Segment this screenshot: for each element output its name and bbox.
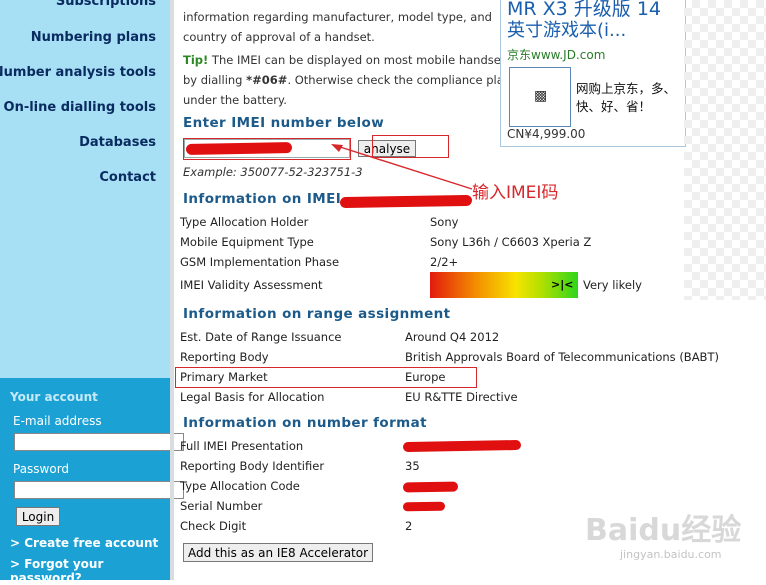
- row-value-rbi: 35: [405, 459, 420, 473]
- row-label-reporting-body: Reporting Body: [180, 350, 269, 364]
- login-button[interactable]: Login: [16, 507, 60, 526]
- left-navigation: Subscriptions Numbering plans Number ana…: [0, 0, 170, 378]
- row-label-validity: IMEI Validity Assessment: [180, 278, 323, 292]
- column-divider: [170, 0, 174, 580]
- validity-gradient-bar: >|<: [430, 272, 578, 298]
- ad-thumbnail[interactable]: ▩: [509, 67, 571, 127]
- baidu-watermark: Baidu经验: [585, 513, 742, 548]
- redaction-mark: [402, 501, 446, 512]
- info-imei-heading: Information on IMEI: [183, 191, 342, 207]
- format-heading: Information on number format: [183, 415, 427, 431]
- email-field[interactable]: [14, 433, 184, 451]
- tip-line-2: by dialling *#06#. Otherwise check the c…: [183, 73, 515, 87]
- row-value-tah: Sony: [430, 215, 459, 229]
- nav-item-numbering-plans[interactable]: Numbering plans: [31, 30, 156, 45]
- tip-text-2a: by dialling: [183, 73, 247, 87]
- nav-item-contact[interactable]: Contact: [99, 170, 156, 185]
- row-value-gsm-phase: 2/2+: [430, 255, 459, 269]
- tip-line-1: Tip! The IMEI can be displayed on most m…: [183, 53, 511, 67]
- baidu-watermark-url: jingyan.baidu.com: [620, 548, 722, 561]
- row-value-validity: Very likely: [583, 278, 642, 292]
- row-label-serial: Serial Number: [180, 499, 263, 513]
- row-value-range-date: Around Q4 2012: [405, 330, 500, 344]
- row-value-legal-basis: EU R&TTE Directive: [405, 390, 518, 404]
- intro-line-1: information regarding manufacturer, mode…: [183, 10, 492, 24]
- validity-marker: >|<: [551, 278, 574, 291]
- nav-item-databases[interactable]: Databases: [79, 135, 156, 150]
- row-label-full-imei: Full IMEI Presentation: [180, 439, 304, 453]
- ie8-accelerator-button[interactable]: Add this as an IE8 Accelerator: [183, 543, 373, 562]
- checker-background: [684, 0, 766, 300]
- tip-line-3: under the battery.: [183, 93, 287, 107]
- redaction-mark: [402, 439, 522, 453]
- tip-code: *#06#: [246, 73, 288, 87]
- email-label: E-mail address: [13, 414, 102, 428]
- intro-line-2: country of approval of a handset.: [183, 30, 375, 44]
- image-placeholder-icon: ▩: [534, 88, 548, 104]
- jd-ad-panel[interactable]: MR X3 升级版 14 英寸游戏本(i... 京东www.JD.com ▩ 网…: [500, 0, 686, 147]
- redaction-mark: [339, 194, 473, 209]
- row-value-met: Sony L36h / C6603 Xperia Z: [430, 235, 592, 249]
- row-value-check-digit: 2: [405, 519, 413, 533]
- create-account-link[interactable]: > Create free account: [10, 536, 158, 550]
- annotation-arrow: [331, 144, 473, 190]
- password-label: Password: [13, 462, 70, 476]
- row-label-gsm-phase: GSM Implementation Phase: [180, 255, 340, 269]
- row-label-rbi: Reporting Body Identifier: [180, 459, 325, 473]
- row-value-reporting-body: British Approvals Board of Telecommunica…: [405, 350, 719, 364]
- tip-label: Tip!: [183, 53, 209, 67]
- nav-item-subscriptions[interactable]: Subscriptions: [56, 0, 156, 9]
- row-label-range-date: Est. Date of Range Issuance: [180, 330, 342, 344]
- enter-imei-heading: Enter IMEI number below: [183, 115, 385, 131]
- row-label-check-digit: Check Digit: [180, 519, 247, 533]
- nav-item-online-dialling-tools[interactable]: On-line dialling tools: [4, 100, 156, 115]
- primary-market-annotation-box: [175, 367, 477, 388]
- row-label-tah: Type Allocation Holder: [180, 215, 309, 229]
- redaction-mark: [402, 481, 459, 493]
- range-heading: Information on range assignment: [183, 306, 451, 322]
- ad-title-line-2[interactable]: 英寸游戏本(i...: [507, 16, 626, 42]
- nav-item-number-analysis-tools[interactable]: Number analysis tools: [0, 65, 156, 80]
- row-label-legal-basis: Legal Basis for Allocation: [180, 390, 325, 404]
- account-heading: Your account: [10, 390, 98, 404]
- forgot-password-link[interactable]: > Forgot your password?: [10, 557, 170, 585]
- account-panel: Your account E-mail address Password Log…: [0, 378, 184, 585]
- row-label-tac: Type Allocation Code: [180, 479, 300, 493]
- ad-price: CN¥4,999.00: [507, 127, 586, 141]
- ad-description[interactable]: 网购上京东，多、快、好、省！: [576, 80, 682, 116]
- tip-text-2b: . Otherwise check the compliance plate: [287, 73, 516, 87]
- password-field[interactable]: [14, 481, 184, 499]
- ad-domain[interactable]: 京东www.JD.com: [507, 46, 605, 63]
- tip-text-1: The IMEI can be displayed on most mobile…: [208, 53, 512, 67]
- row-label-met: Mobile Equipment Type: [180, 235, 314, 249]
- annotation-text: 输入IMEI码: [472, 183, 559, 203]
